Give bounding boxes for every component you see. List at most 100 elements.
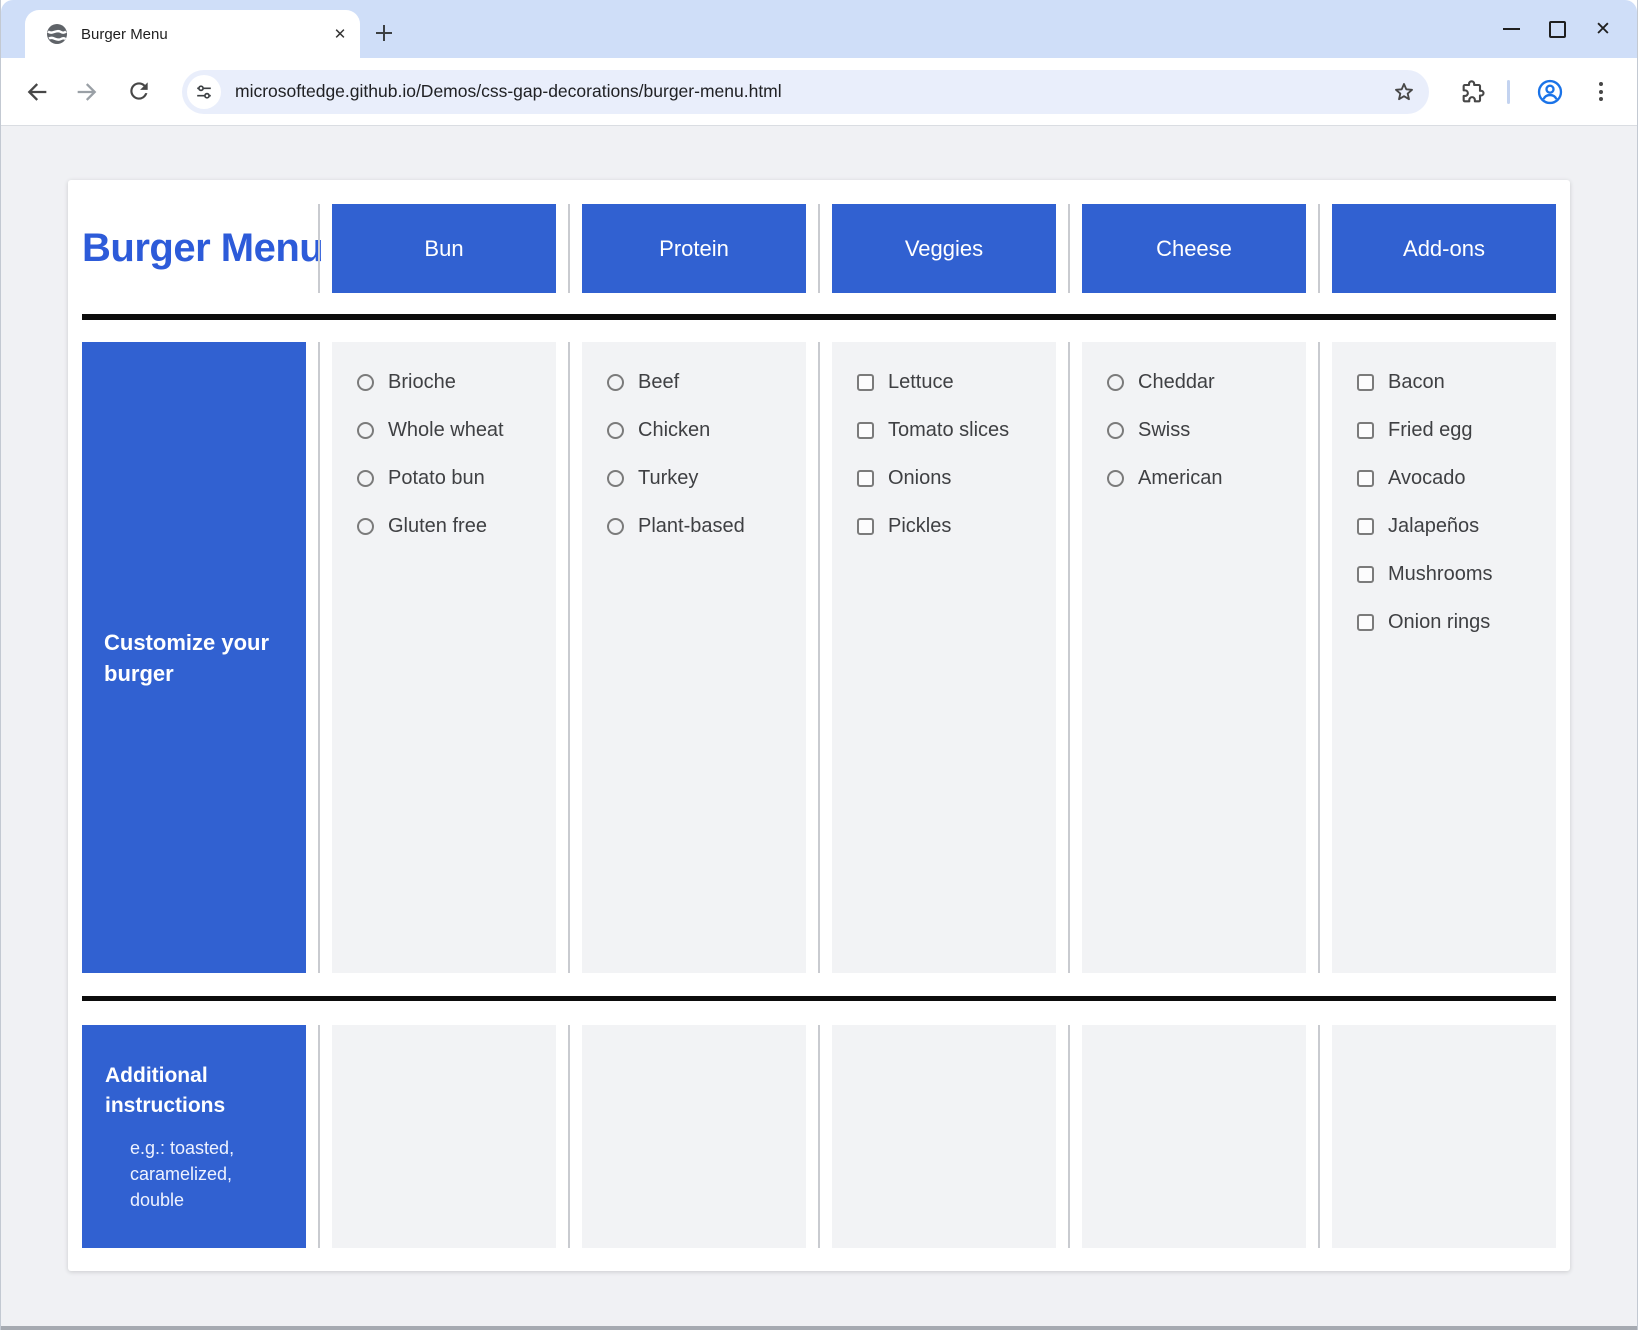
addons-options-column: Bacon Fried egg Avocado Jalapeños (1332, 342, 1556, 973)
browser-menu-button[interactable] (1594, 78, 1608, 106)
option-onions[interactable]: Onions (857, 464, 1048, 492)
radio-plant-based[interactable] (607, 518, 624, 535)
option-gluten-free[interactable]: Gluten free (357, 512, 548, 540)
browser-window: Burger Menu ✕ ✕ (0, 0, 1638, 1330)
radio-cheddar[interactable] (1107, 374, 1124, 391)
checkbox-lettuce[interactable] (857, 374, 874, 391)
option-bacon[interactable]: Bacon (1357, 368, 1548, 396)
notes-input-cheese[interactable] (1082, 1025, 1306, 1248)
notes-input-protein[interactable] (582, 1025, 806, 1248)
option-label: Lettuce (888, 371, 954, 394)
account-icon (1536, 78, 1564, 106)
option-beef[interactable]: Beef (607, 368, 798, 396)
radio-swiss[interactable] (1107, 422, 1124, 439)
option-pickles[interactable]: Pickles (857, 512, 1048, 540)
additional-instructions-box: Additional instructions e.g.: toasted, c… (82, 1025, 306, 1248)
notes-input-veggies[interactable] (832, 1025, 1056, 1248)
option-label: Turkey (638, 467, 698, 490)
radio-beef[interactable] (607, 374, 624, 391)
puzzle-icon (1459, 78, 1487, 106)
option-label: Avocado (1388, 467, 1465, 490)
option-fried-egg[interactable]: Fried egg (1357, 416, 1548, 444)
arrow-right-icon (73, 78, 101, 106)
horizontal-rule-bottom (82, 996, 1556, 1001)
profile-button[interactable] (1536, 78, 1564, 106)
option-label: Pickles (888, 515, 951, 538)
address-bar[interactable]: microsoftedge.github.io/Demos/css-gap-de… (182, 70, 1429, 114)
checkbox-onions[interactable] (857, 470, 874, 487)
back-button[interactable] (23, 78, 51, 106)
option-label: Fried egg (1388, 419, 1473, 442)
radio-potato-bun[interactable] (357, 470, 374, 487)
notes-cell-veggies (832, 1025, 1056, 1248)
minimize-button[interactable] (1488, 0, 1534, 58)
window-controls: ✕ (1488, 0, 1626, 58)
option-label: Whole wheat (388, 419, 504, 442)
notes-input-addons[interactable] (1332, 1025, 1556, 1248)
option-mushrooms[interactable]: Mushrooms (1357, 560, 1548, 588)
checkbox-onion-rings[interactable] (1357, 614, 1374, 631)
kebab-menu-icon (1599, 97, 1603, 101)
browser-tab[interactable]: Burger Menu ✕ (25, 10, 360, 58)
checkbox-fried-egg[interactable] (1357, 422, 1374, 439)
horizontal-rule-top (82, 314, 1556, 320)
notes-input-bun[interactable] (332, 1025, 556, 1248)
option-label: Beef (638, 371, 679, 394)
close-icon: ✕ (1595, 20, 1611, 39)
checkbox-mushrooms[interactable] (1357, 566, 1374, 583)
option-potato-bun[interactable]: Potato bun (357, 464, 548, 492)
bookmark-button[interactable] (1391, 79, 1417, 105)
option-swiss[interactable]: Swiss (1107, 416, 1298, 444)
option-label: Mushrooms (1388, 563, 1492, 586)
reload-button[interactable] (126, 78, 154, 106)
page-viewport: Burger Menu Bun Protein Veggies Cheese A… (1, 125, 1637, 1326)
extensions-button[interactable] (1459, 78, 1487, 106)
option-label: Onions (888, 467, 951, 490)
window-bottom-edge (1, 1326, 1637, 1330)
option-plant-based[interactable]: Plant-based (607, 512, 798, 540)
checkbox-bacon[interactable] (1357, 374, 1374, 391)
option-chicken[interactable]: Chicken (607, 416, 798, 444)
option-label: Swiss (1138, 419, 1190, 442)
forward-button[interactable] (73, 78, 101, 106)
option-whole-wheat[interactable]: Whole wheat (357, 416, 548, 444)
checkbox-avocado[interactable] (1357, 470, 1374, 487)
option-cheddar[interactable]: Cheddar (1107, 368, 1298, 396)
radio-american[interactable] (1107, 470, 1124, 487)
checkbox-pickles[interactable] (857, 518, 874, 535)
checkbox-jalapenos[interactable] (1357, 518, 1374, 535)
option-label: Onion rings (1388, 611, 1490, 634)
option-turkey[interactable]: Turkey (607, 464, 798, 492)
option-american[interactable]: American (1107, 464, 1298, 492)
section-header-veggies: Veggies (832, 204, 1056, 293)
option-onion-rings[interactable]: Onion rings (1357, 608, 1548, 636)
tab-close-icon[interactable]: ✕ (330, 24, 350, 44)
close-button[interactable]: ✕ (1580, 0, 1626, 58)
url-text: microsoftedge.github.io/Demos/css-gap-de… (235, 81, 1391, 102)
radio-chicken[interactable] (607, 422, 624, 439)
maximize-button[interactable] (1534, 0, 1580, 58)
additional-instructions-label: Additional instructions (105, 1061, 255, 1121)
radio-gluten-free[interactable] (357, 518, 374, 535)
maximize-icon (1549, 21, 1566, 38)
option-lettuce[interactable]: Lettuce (857, 368, 1048, 396)
tab-title: Burger Menu (81, 26, 330, 43)
checkbox-tomato-slices[interactable] (857, 422, 874, 439)
arrow-left-icon (23, 78, 51, 106)
option-jalapenos[interactable]: Jalapeños (1357, 512, 1548, 540)
new-tab-button[interactable] (373, 22, 395, 44)
globe-icon (45, 22, 69, 46)
plus-icon (373, 22, 395, 44)
option-label: American (1138, 467, 1222, 490)
radio-whole-wheat[interactable] (357, 422, 374, 439)
site-info-button[interactable] (187, 75, 221, 109)
option-tomato-slices[interactable]: Tomato slices (857, 416, 1048, 444)
option-label: Cheddar (1138, 371, 1215, 394)
option-brioche[interactable]: Brioche (357, 368, 548, 396)
section-header-protein: Protein (582, 204, 806, 293)
notes-cell-bun (332, 1025, 556, 1248)
burger-menu-card: Burger Menu Bun Protein Veggies Cheese A… (68, 180, 1570, 1271)
radio-turkey[interactable] (607, 470, 624, 487)
radio-brioche[interactable] (357, 374, 374, 391)
option-avocado[interactable]: Avocado (1357, 464, 1548, 492)
